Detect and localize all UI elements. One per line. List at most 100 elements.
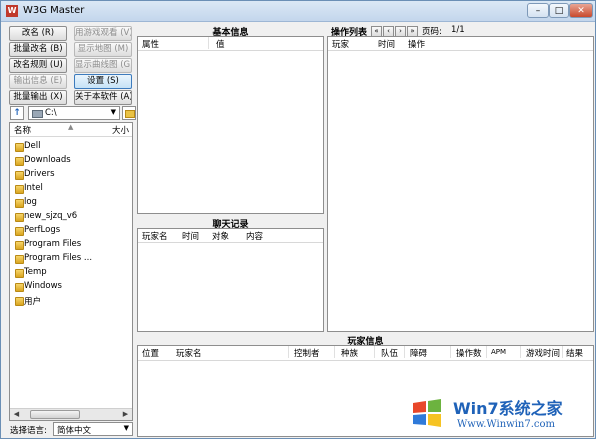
list-item[interactable]: Temp	[12, 266, 130, 279]
folder-name: Dell	[24, 141, 41, 151]
list-item[interactable]: Downloads	[12, 154, 130, 167]
col-position[interactable]: 位置	[142, 347, 159, 359]
folder-icon	[15, 227, 24, 236]
watermark-logo: Win7系统之家 Www.Winwin7.com	[401, 387, 597, 439]
folder-name: Program Files ...	[24, 253, 93, 263]
watermark-brand: Win7系统之家	[453, 399, 563, 418]
list-item[interactable]: Program Files ...	[12, 252, 130, 265]
sort-arrow-icon: ▲	[68, 123, 74, 131]
col-op-player[interactable]: 玩家	[332, 38, 349, 50]
list-item[interactable]: Drivers	[12, 168, 130, 181]
drive-icon	[32, 110, 43, 118]
col-chat-target[interactable]: 对象	[212, 230, 229, 242]
folder-icon	[15, 255, 24, 264]
chat-log-panel[interactable]: 玩家名 时间 对象 内容	[137, 228, 324, 332]
language-select[interactable]: 简体中文 ▼	[53, 422, 133, 436]
folder-icon	[15, 185, 24, 194]
list-item[interactable]: 用户	[12, 294, 130, 307]
col-value[interactable]: 值	[216, 38, 225, 50]
folder-name: log	[24, 197, 37, 207]
app-window: W W3G Master – □ ✕ 改名 (R) 用游戏观看 (V) 批量改名…	[0, 0, 596, 439]
minimize-button[interactable]: –	[527, 3, 549, 18]
col-team[interactable]: 队伍	[381, 347, 398, 359]
player-info-header: 位置 玩家名 控制者 种族 队伍 障碍 操作数 APM 游戏时间 结果	[138, 346, 593, 361]
language-label: 选择语言:	[10, 426, 47, 436]
list-item[interactable]: Intel	[12, 182, 130, 195]
list-item[interactable]: Program Files	[12, 238, 130, 251]
folder-name: Temp	[24, 267, 47, 277]
folder-icon	[15, 157, 24, 166]
list-item[interactable]: new_sjzq_v6	[12, 210, 130, 223]
scroll-thumb[interactable]	[30, 410, 80, 419]
scroll-left-icon[interactable]: ◀	[10, 409, 23, 420]
folder-icon	[15, 241, 24, 250]
col-game-time[interactable]: 游戏时间	[526, 347, 560, 359]
folder-icon	[15, 143, 24, 152]
file-list[interactable]: 名称 ▲ 大小 Dell Downloads Drivers Intel log new_…	[9, 122, 133, 421]
up-folder-icon[interactable]: ↑	[10, 106, 24, 120]
folder-name: 用户	[24, 297, 42, 307]
folder-name: Program Files	[24, 239, 82, 249]
title-bar[interactable]: W W3G Master – □ ✕	[1, 1, 595, 22]
show-map-button[interactable]: 显示地图 (M)	[74, 42, 132, 57]
maximize-button[interactable]: □	[549, 3, 569, 18]
folder-icon	[15, 269, 24, 278]
operations-panel[interactable]: 玩家 时间 操作	[327, 36, 594, 332]
list-item[interactable]: log	[12, 196, 130, 209]
folder-icon	[15, 199, 24, 208]
file-list-header: 名称 ▲ 大小	[10, 123, 132, 137]
folder-name: new_sjzq_v6	[24, 211, 78, 221]
col-result[interactable]: 结果	[566, 347, 583, 359]
col-name[interactable]: 名称	[14, 124, 31, 136]
folder-icon	[15, 297, 24, 306]
scroll-right-icon[interactable]: ▶	[119, 409, 132, 420]
settings-button[interactable]: 设置 (S)	[74, 74, 132, 89]
folder-icon	[15, 283, 24, 292]
operations-header: 玩家 时间 操作	[328, 37, 593, 51]
drive-value: C:\	[45, 108, 57, 118]
folder-icon	[15, 213, 24, 222]
col-controller[interactable]: 控制者	[294, 347, 320, 359]
horizontal-scrollbar[interactable]: ◀ ▶	[10, 408, 132, 420]
chevron-down-icon: ▼	[110, 108, 116, 116]
folder-name: Downloads	[24, 155, 71, 165]
basic-info-header: 属性 值	[138, 37, 323, 51]
batch-rename-button[interactable]: 批量改名 (B)	[9, 42, 67, 57]
col-attr[interactable]: 属性	[142, 38, 159, 50]
language-value: 简体中文	[57, 426, 92, 436]
show-curve-button[interactable]: 显示曲线图 (G)	[74, 58, 132, 73]
col-chat-time[interactable]: 时间	[182, 230, 199, 242]
close-button[interactable]: ✕	[569, 3, 593, 18]
drive-select[interactable]: C:\ ▼	[28, 106, 120, 120]
col-actions[interactable]: 操作数	[456, 347, 482, 359]
rename-rules-button[interactable]: 改名规则 (U)	[9, 58, 67, 73]
list-item[interactable]: Windows	[12, 280, 130, 293]
chat-log-header: 玩家名 时间 对象 内容	[138, 229, 323, 243]
col-race[interactable]: 种族	[341, 347, 358, 359]
app-icon: W	[6, 5, 18, 17]
basic-info-panel[interactable]: 属性 值	[137, 36, 324, 214]
col-op-time[interactable]: 时间	[378, 38, 395, 50]
batch-export-button[interactable]: 批量输出 (X)	[9, 90, 67, 105]
chevron-down-icon: ▼	[123, 424, 129, 432]
open-folder-icon[interactable]	[122, 106, 136, 120]
export-info-button[interactable]: 输出信息 (E)	[9, 74, 67, 89]
list-item[interactable]: Dell	[12, 140, 130, 153]
page-value: 1/1	[451, 25, 465, 35]
folder-name: Drivers	[24, 169, 55, 179]
folder-name: Windows	[24, 281, 62, 291]
folder-icon	[15, 171, 24, 180]
col-handicap[interactable]: 障碍	[410, 347, 427, 359]
col-apm[interactable]: APM	[491, 348, 506, 356]
folder-name: Intel	[24, 183, 43, 193]
col-size[interactable]: 大小	[112, 124, 129, 136]
col-player-name[interactable]: 玩家名	[176, 347, 202, 359]
view-with-game-button[interactable]: 用游戏观看 (V)	[74, 26, 132, 41]
col-op-action[interactable]: 操作	[408, 38, 425, 50]
window-title: W3G Master	[23, 5, 85, 16]
about-button[interactable]: 关于本软件 (A)	[74, 90, 132, 105]
col-chat-player[interactable]: 玩家名	[142, 230, 168, 242]
rename-button[interactable]: 改名 (R)	[9, 26, 67, 41]
col-chat-content[interactable]: 内容	[246, 230, 263, 242]
list-item[interactable]: PerfLogs	[12, 224, 130, 237]
